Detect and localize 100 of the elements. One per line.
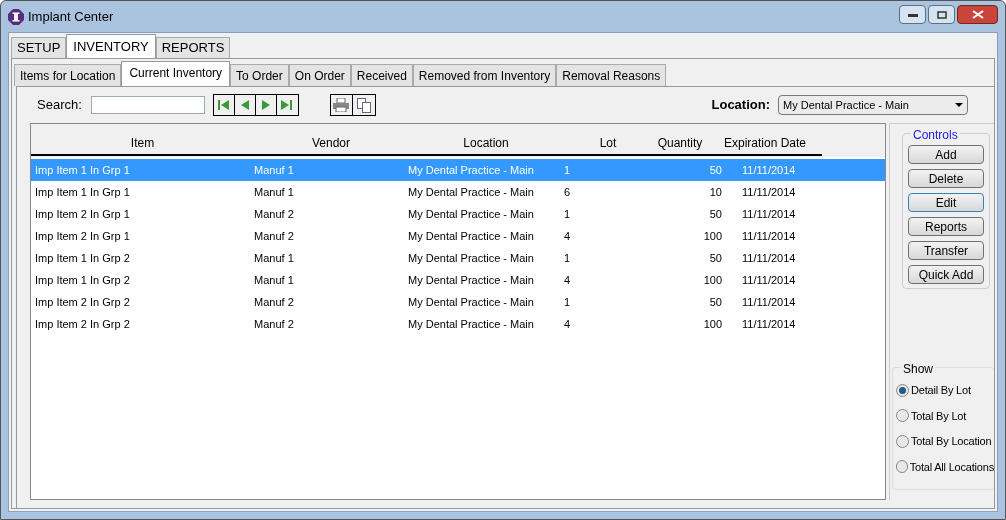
table-cell-text: Manuf 1 [254, 250, 294, 266]
column-header[interactable]: Quantity [657, 133, 703, 152]
table-row[interactable]: Imp Item 2 In Grp 2 Manuf 2 My Dental Practice - Main 4 100 11/11/2014 [31, 313, 885, 335]
table-cell-text: Imp Item 1 In Grp 1 [35, 184, 130, 200]
table-cell-text: Imp Item 2 In Grp 1 [35, 228, 130, 244]
table-cell-text: Imp Item 2 In Grp 2 [35, 316, 130, 332]
table-cell-text: 100 [703, 228, 722, 244]
table-cell-text: Imp Item 2 In Grp 2 [35, 294, 130, 310]
table-cell-text: Manuf 1 [254, 162, 294, 178]
print-button[interactable] [330, 95, 353, 115]
table-cell-text: Manuf 1 [254, 272, 294, 288]
radio-button[interactable] [896, 383, 909, 397]
printer-icon [333, 98, 350, 112]
table-cell-text: Manuf 2 [254, 228, 294, 244]
control-button[interactable]: Quick Add [908, 265, 984, 284]
location-label: Location: [711, 96, 770, 115]
tab[interactable]: Current Inventory [121, 61, 231, 86]
table-cell-text: 11/11/2014 [742, 228, 796, 244]
table-cell-text: My Dental Practice - Main [408, 228, 534, 244]
table-cell-text: 4 [564, 316, 571, 332]
dropdown-arrow-icon [955, 103, 963, 107]
table-cell-text: 50 [709, 250, 722, 266]
first-icon [217, 100, 230, 110]
table-row[interactable]: Imp Item 1 In Grp 1 Manuf 1 My Dental Practice - Main 6 10 11/11/2014 [31, 181, 885, 203]
table-row[interactable]: Imp Item 2 In Grp 1 Manuf 2 My Dental Practice - Main 1 50 11/11/2014 [31, 203, 885, 225]
search-label: Search: [37, 96, 82, 115]
table-cell-text: 100 [703, 272, 722, 288]
tab[interactable]: INVENTORY [66, 34, 156, 58]
table-cell-text: 50 [709, 206, 722, 222]
table-cell-text: 6 [564, 184, 571, 200]
table-row[interactable]: Imp Item 2 In Grp 2 Manuf 2 My Dental Practice - Main 1 50 11/11/2014 [31, 291, 885, 313]
tab[interactable]: Removed from Inventory [412, 64, 557, 86]
table-cell-text: 50 [709, 294, 722, 310]
table-cell-text: Manuf 2 [254, 316, 294, 332]
radio-label[interactable]: Total All Locations [909, 458, 994, 475]
table-cell-text: My Dental Practice - Main [408, 250, 534, 266]
radio-button[interactable] [896, 434, 909, 448]
tab[interactable]: REPORTS [155, 37, 231, 58]
table-cell-text: 11/11/2014 [742, 184, 796, 200]
table-cell-text: Manuf 2 [254, 294, 294, 310]
control-button[interactable]: Reports [908, 217, 984, 236]
radio-button[interactable] [896, 409, 909, 423]
window-title: Implant Center [28, 7, 114, 26]
table-cell-text: 4 [564, 228, 571, 244]
table-cell-text: 1 [564, 250, 571, 266]
minimize-icon [907, 12, 918, 17]
column-header[interactable]: Expiration Date [723, 133, 806, 152]
column-header[interactable]: Location [463, 133, 509, 152]
table-cell-text: 11/11/2014 [742, 250, 796, 266]
table-cell-text: Imp Item 2 In Grp 1 [35, 206, 130, 222]
table-cell-text: Manuf 1 [254, 184, 294, 200]
tab[interactable]: SETUP [11, 37, 67, 58]
table-row[interactable]: Imp Item 2 In Grp 1 Manuf 2 My Dental Practice - Main 4 100 11/11/2014 [31, 225, 885, 247]
control-button[interactable]: Add [908, 145, 984, 164]
table-cell-text: 11/11/2014 [742, 162, 796, 178]
table-cell-text: Imp Item 1 In Grp 2 [35, 250, 130, 266]
table-cell-text: My Dental Practice - Main [408, 162, 534, 178]
table-cell-text: 1 [564, 162, 571, 178]
table-row[interactable]: Imp Item 1 In Grp 2 Manuf 1 My Dental Practice - Main 4 100 11/11/2014 [31, 269, 885, 291]
app-icon [8, 8, 24, 25]
close-icon [971, 10, 984, 19]
table-cell-text: 11/11/2014 [742, 316, 796, 332]
table-cell-text: My Dental Practice - Main [408, 206, 534, 222]
next-icon [261, 100, 270, 110]
tab[interactable]: To Order [230, 64, 289, 86]
previous-icon [240, 100, 249, 110]
control-button[interactable]: Delete [908, 169, 984, 188]
table-cell-text: My Dental Practice - Main [408, 316, 534, 332]
minimize-button[interactable] [899, 5, 926, 24]
table-cell-text: 1 [564, 206, 571, 222]
tab[interactable]: Removal Reasons [556, 64, 667, 86]
control-button[interactable]: Transfer [908, 241, 984, 260]
table-cell-text: 11/11/2014 [742, 294, 796, 310]
column-header[interactable]: Vendor [311, 133, 350, 152]
table-cell-text: 11/11/2014 [742, 206, 796, 222]
column-header[interactable]: Lot [599, 133, 617, 152]
radio-label[interactable]: Total By Lot [911, 407, 967, 424]
tab[interactable]: Received [350, 64, 413, 86]
table-row[interactable]: Imp Item 1 In Grp 2 Manuf 1 My Dental Practice - Main 1 50 11/11/2014 [31, 247, 885, 269]
radio-label[interactable]: Total By Location [911, 433, 992, 450]
table-cell-text: Manuf 2 [254, 206, 294, 222]
tab[interactable]: Items for Location [14, 64, 122, 86]
control-button[interactable]: Edit [908, 193, 984, 212]
table-cell-text: 10 [709, 184, 722, 200]
last-icon [281, 100, 294, 110]
copy-icon [356, 97, 371, 113]
close-button[interactable] [957, 5, 998, 24]
table-cell-text: Imp Item 1 In Grp 2 [35, 272, 130, 288]
search-field[interactable] [90, 96, 205, 114]
location-dropdown[interactable]: My Dental Practice - Main [778, 95, 968, 115]
table-cell-text: 50 [709, 162, 722, 178]
table-cell-text: My Dental Practice - Main [408, 294, 534, 310]
tab[interactable]: On Order [288, 64, 351, 86]
table-cell-text: Imp Item 1 In Grp 1 [35, 162, 130, 178]
maximize-button[interactable] [928, 5, 955, 24]
radio-label[interactable]: Detail By Lot [911, 382, 971, 399]
column-header[interactable]: Item [130, 133, 155, 152]
radio-button[interactable] [896, 460, 908, 474]
table-cell-text: My Dental Practice - Main [408, 272, 534, 288]
table-cell-text: My Dental Practice - Main [408, 184, 534, 200]
